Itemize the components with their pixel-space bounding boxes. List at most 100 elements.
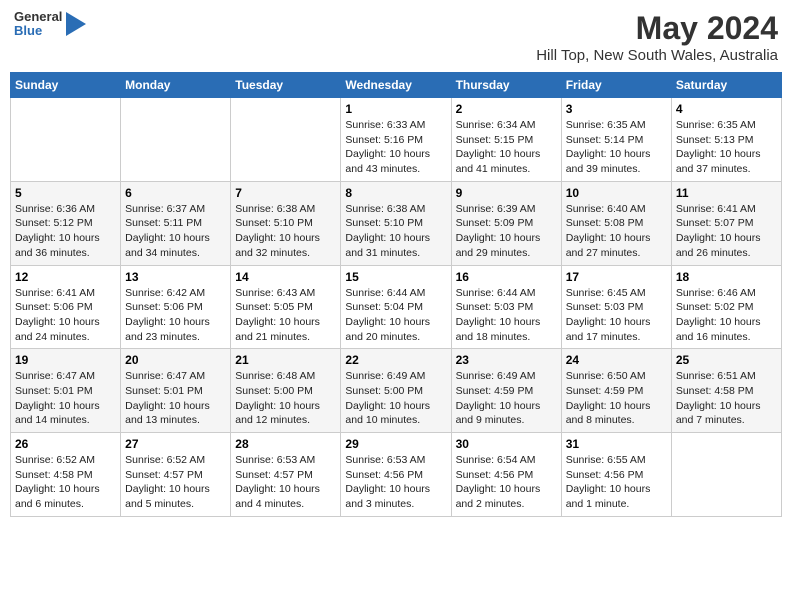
day-number: 4 xyxy=(676,102,777,116)
calendar-cell: 3Sunrise: 6:35 AMSunset: 5:14 PMDaylight… xyxy=(561,98,671,182)
weekday-header-sunday: Sunday xyxy=(11,73,121,98)
weekday-header-saturday: Saturday xyxy=(671,73,781,98)
day-info: Sunrise: 6:49 AMSunset: 4:59 PMDaylight:… xyxy=(456,369,557,428)
calendar-cell xyxy=(671,433,781,517)
day-info: Sunrise: 6:53 AMSunset: 4:57 PMDaylight:… xyxy=(235,453,336,512)
calendar-cell: 19 Sunrise: 6:47 AMSunset: 5:01 PMDayligh… xyxy=(11,349,121,433)
calendar-cell: 2 Sunrise: 6:34 AMSunset: 5:15 PMDaylight… xyxy=(451,98,561,182)
day-number: 20 xyxy=(125,353,226,367)
calendar-cell: 4 Sunrise: 6:35 AMSunset: 5:13 PMDaylight… xyxy=(671,98,781,182)
calendar-cell: 16 Sunrise: 6:44 AMSunset: 5:03 PMDayligh… xyxy=(451,265,561,349)
day-number: 7 xyxy=(235,186,336,200)
week-row-1: 1 Sunrise: 6:33 AMSunset: 5:16 PMDaylight… xyxy=(11,98,782,182)
calendar-cell: 6Sunrise: 6:37 AMSunset: 5:11 PMDaylight… xyxy=(121,181,231,265)
calendar-cell: 29Sunrise: 6:53 AMSunset: 4:56 PMDayligh… xyxy=(341,433,451,517)
weekday-header-row: SundayMondayTuesdayWednesdayThursdayFrid… xyxy=(11,73,782,98)
day-number: 25 xyxy=(676,353,777,367)
day-info: Sunrise: 6:51 AMSunset: 4:58 PMDaylight:… xyxy=(676,369,777,428)
day-number: 11 xyxy=(676,186,777,200)
day-number: 28 xyxy=(235,437,336,451)
calendar-cell: 7 Sunrise: 6:38 AMSunset: 5:10 PMDaylight… xyxy=(231,181,341,265)
day-number: 26 xyxy=(15,437,116,451)
weekday-header-tuesday: Tuesday xyxy=(231,73,341,98)
calendar-cell: 1 Sunrise: 6:33 AMSunset: 5:16 PMDaylight… xyxy=(341,98,451,182)
week-row-3: 12 Sunrise: 6:41 AMSunset: 5:06 PMDayligh… xyxy=(11,265,782,349)
day-info: Sunrise: 6:50 AMSunset: 4:59 PMDaylight:… xyxy=(566,369,667,428)
calendar-cell: 15 Sunrise: 6:44 AMSunset: 5:04 PMDayligh… xyxy=(341,265,451,349)
day-info: Sunrise: 6:49 AMSunset: 5:00 PMDaylight:… xyxy=(345,369,446,428)
logo-icon xyxy=(66,12,86,36)
day-number: 3 xyxy=(566,102,667,116)
calendar-cell: 26 Sunrise: 6:52 AMSunset: 4:58 PMDayligh… xyxy=(11,433,121,517)
day-info: Sunrise: 6:34 AMSunset: 5:15 PMDaylight:… xyxy=(456,118,557,177)
day-info: Sunrise: 6:41 AMSunset: 5:07 PMDaylight:… xyxy=(676,202,777,261)
day-number: 15 xyxy=(345,270,446,284)
title-block: May 2024 Hill Top, New South Wales, Aust… xyxy=(536,10,778,64)
day-number: 8 xyxy=(345,186,446,200)
calendar-cell: 14 Sunrise: 6:43 AMSunset: 5:05 PMDayligh… xyxy=(231,265,341,349)
day-info: Sunrise: 6:52 AMSunset: 4:58 PMDaylight:… xyxy=(15,453,116,512)
weekday-header-wednesday: Wednesday xyxy=(341,73,451,98)
day-number: 14 xyxy=(235,270,336,284)
day-number: 24 xyxy=(566,353,667,367)
weekday-header-thursday: Thursday xyxy=(451,73,561,98)
calendar-header: SundayMondayTuesdayWednesdayThursdayFrid… xyxy=(11,73,782,98)
day-info: Sunrise: 6:38 AMSunset: 5:10 PMDaylight:… xyxy=(345,202,446,261)
day-info: Sunrise: 6:44 AMSunset: 5:03 PMDaylight:… xyxy=(456,286,557,345)
day-number: 18 xyxy=(676,270,777,284)
calendar-cell: 28 Sunrise: 6:53 AMSunset: 4:57 PMDayligh… xyxy=(231,433,341,517)
logo-line1: General xyxy=(14,10,62,24)
week-row-5: 26 Sunrise: 6:52 AMSunset: 4:58 PMDayligh… xyxy=(11,433,782,517)
day-info: Sunrise: 6:47 AMSunset: 5:01 PMDaylight:… xyxy=(15,369,116,428)
day-info: Sunrise: 6:36 AMSunset: 5:12 PMDaylight:… xyxy=(15,202,116,261)
calendar-cell: 20Sunrise: 6:47 AMSunset: 5:01 PMDayligh… xyxy=(121,349,231,433)
calendar-cell: 27 Sunrise: 6:52 AMSunset: 4:57 PMDayligh… xyxy=(121,433,231,517)
page-header: General Blue May 2024 Hill Top, New Sout… xyxy=(10,10,782,64)
calendar-cell: 24 Sunrise: 6:50 AMSunset: 4:59 PMDayligh… xyxy=(561,349,671,433)
calendar-cell: 11 Sunrise: 6:41 AMSunset: 5:07 PMDayligh… xyxy=(671,181,781,265)
day-info: Sunrise: 6:43 AMSunset: 5:05 PMDaylight:… xyxy=(235,286,336,345)
calendar-cell: 9Sunrise: 6:39 AMSunset: 5:09 PMDaylight… xyxy=(451,181,561,265)
day-number: 23 xyxy=(456,353,557,367)
day-info: Sunrise: 6:41 AMSunset: 5:06 PMDaylight:… xyxy=(15,286,116,345)
day-number: 12 xyxy=(15,270,116,284)
day-number: 29 xyxy=(345,437,446,451)
calendar-cell: 18 Sunrise: 6:46 AMSunset: 5:02 PMDayligh… xyxy=(671,265,781,349)
day-info: Sunrise: 6:46 AMSunset: 5:02 PMDaylight:… xyxy=(676,286,777,345)
calendar-cell: 17Sunrise: 6:45 AMSunset: 5:03 PMDayligh… xyxy=(561,265,671,349)
week-row-2: 5 Sunrise: 6:36 AMSunset: 5:12 PMDaylight… xyxy=(11,181,782,265)
day-info: Sunrise: 6:37 AMSunset: 5:11 PMDaylight:… xyxy=(125,202,226,261)
day-number: 19 xyxy=(15,353,116,367)
day-info: Sunrise: 6:38 AMSunset: 5:10 PMDaylight:… xyxy=(235,202,336,261)
day-number: 1 xyxy=(345,102,446,116)
day-info: Sunrise: 6:40 AMSunset: 5:08 PMDaylight:… xyxy=(566,202,667,261)
logo-text: General Blue xyxy=(14,10,62,39)
day-number: 22 xyxy=(345,353,446,367)
week-row-4: 19 Sunrise: 6:47 AMSunset: 5:01 PMDayligh… xyxy=(11,349,782,433)
logo-line2: Blue xyxy=(14,24,62,38)
weekday-header-friday: Friday xyxy=(561,73,671,98)
calendar-cell: 31Sunrise: 6:55 AMSunset: 4:56 PMDayligh… xyxy=(561,433,671,517)
calendar-cell: 21Sunrise: 6:48 AMSunset: 5:00 PMDayligh… xyxy=(231,349,341,433)
day-info: Sunrise: 6:44 AMSunset: 5:04 PMDaylight:… xyxy=(345,286,446,345)
day-info: Sunrise: 6:52 AMSunset: 4:57 PMDaylight:… xyxy=(125,453,226,512)
day-number: 5 xyxy=(15,186,116,200)
day-number: 30 xyxy=(456,437,557,451)
day-number: 27 xyxy=(125,437,226,451)
day-number: 16 xyxy=(456,270,557,284)
calendar-cell: 13Sunrise: 6:42 AMSunset: 5:06 PMDayligh… xyxy=(121,265,231,349)
day-number: 21 xyxy=(235,353,336,367)
day-info: Sunrise: 6:42 AMSunset: 5:06 PMDaylight:… xyxy=(125,286,226,345)
day-number: 10 xyxy=(566,186,667,200)
calendar-cell: 22 Sunrise: 6:49 AMSunset: 5:00 PMDayligh… xyxy=(341,349,451,433)
page-subtitle: Hill Top, New South Wales, Australia xyxy=(536,47,778,64)
day-info: Sunrise: 6:35 AMSunset: 5:13 PMDaylight:… xyxy=(676,118,777,177)
day-number: 2 xyxy=(456,102,557,116)
calendar-cell: 23 Sunrise: 6:49 AMSunset: 4:59 PMDayligh… xyxy=(451,349,561,433)
page-title: May 2024 xyxy=(536,10,778,47)
day-info: Sunrise: 6:33 AMSunset: 5:16 PMDaylight:… xyxy=(345,118,446,177)
day-number: 9 xyxy=(456,186,557,200)
day-info: Sunrise: 6:54 AMSunset: 4:56 PMDaylight:… xyxy=(456,453,557,512)
day-number: 31 xyxy=(566,437,667,451)
weekday-header-monday: Monday xyxy=(121,73,231,98)
